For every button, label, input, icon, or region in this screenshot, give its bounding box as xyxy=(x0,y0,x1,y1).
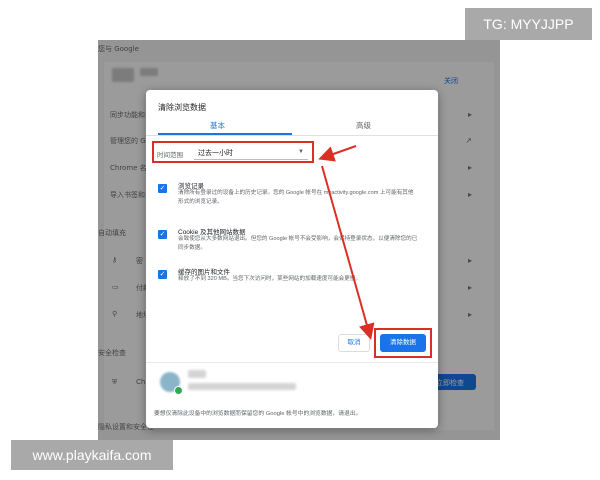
blurred-account-name xyxy=(188,370,206,378)
cancel-button[interactable]: 取消 xyxy=(338,334,370,352)
checkbox-cookies[interactable]: ✓ xyxy=(158,230,167,239)
dialog-title: 清除浏览数据 xyxy=(158,103,206,112)
option-description: 会致使您从大多数网站退出。但您的 Google 帐号不会受影响，会保持登录状态，… xyxy=(178,236,418,251)
watermark-site: www.playkaifa.com xyxy=(11,440,173,470)
dialog-divider xyxy=(146,362,438,363)
time-range-value: 过去一小时 xyxy=(198,150,233,157)
option-description: 释放了不到 320 MB。当您下次访问时，某些网站的加载速度可能会更慢。 xyxy=(178,276,362,282)
watermark-tg: TG: MYYJJPP xyxy=(465,8,592,40)
clear-browsing-data-dialog: 清除浏览数据 基本 高级 时间范围 过去一小时 ▼ ✓ 浏览记录 清除所有登录过… xyxy=(146,90,438,428)
checkbox-cache[interactable]: ✓ xyxy=(158,270,167,279)
dropdown-arrow-icon: ▼ xyxy=(298,149,304,155)
dialog-footer-note: 要想仅清除此设备中的浏览数据而保留您的 Google 帐号中的浏览数据，请退出。 xyxy=(154,411,362,417)
blurred-account-email xyxy=(188,383,296,390)
clear-data-button[interactable]: 清除数据 xyxy=(380,334,426,352)
tab-basic[interactable]: 基本 xyxy=(210,120,225,131)
tab-divider xyxy=(146,135,438,136)
sync-badge-icon xyxy=(174,386,183,395)
time-range-label: 时间范围 xyxy=(157,152,183,159)
option-description: 清除所有登录过的设备上的历史记录。您的 Google 帐号在 myactivit… xyxy=(178,190,414,205)
tab-advanced[interactable]: 高级 xyxy=(356,120,371,131)
checkbox-browsing-history[interactable]: ✓ xyxy=(158,184,167,193)
time-range-select[interactable]: 过去一小时 ▼ xyxy=(194,145,308,160)
